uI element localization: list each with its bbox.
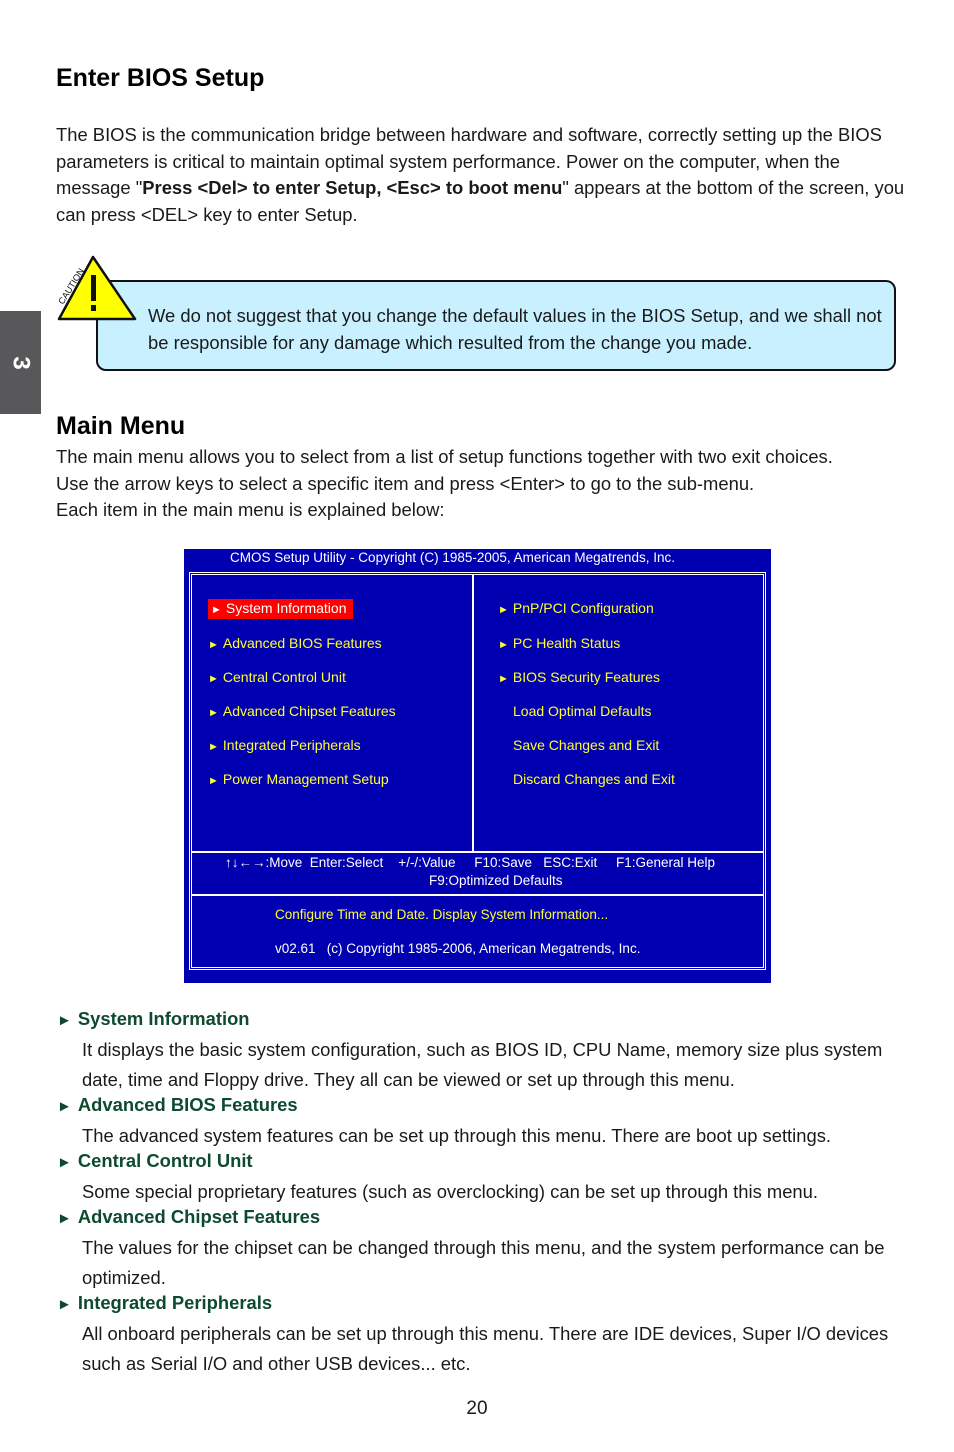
bios-menu-item-label: Power Management Setup	[222, 771, 389, 787]
chapter-tab: 3	[0, 311, 41, 414]
description-heading-label: Central Control Unit	[77, 1150, 253, 1171]
bios-menu-item[interactable]: ► System Information	[208, 599, 353, 619]
bios-menu-item-label: PC Health Status	[512, 635, 621, 651]
intro-paragraph: The BIOS is the communication bridge bet…	[56, 122, 906, 228]
bios-key-legend: ↑↓←→:Move Enter:Select +/-/:Value F10:Sa…	[225, 855, 716, 870]
description-heading: ► Central Control Unit	[57, 1150, 253, 1172]
bios-screenshot: CMOS Setup Utility - Copyright (C) 1985-…	[184, 549, 771, 983]
triangle-bullet-icon: ►	[57, 1012, 72, 1029]
bios-arrow-icon: ►	[498, 604, 509, 616]
bios-arrow-icon: ►	[498, 673, 509, 685]
bios-menu-item[interactable]: Discard Changes and Exit	[513, 770, 675, 788]
bios-arrow-icon: ►	[498, 639, 509, 651]
description-heading: ► Integrated Peripherals	[57, 1292, 272, 1314]
description-body: The values for the chipset can be change…	[82, 1237, 885, 1288]
bios-menu-item[interactable]: ► Advanced BIOS Features	[208, 634, 382, 654]
bios-menu-item[interactable]: ► PC Health Status	[498, 634, 620, 654]
description-heading: ► Advanced Chipset Features	[57, 1206, 320, 1228]
intro-bold-message: Press <Del> to enter Setup, <Esc> to boo…	[142, 177, 563, 198]
caution-warning-icon: CAUTION	[56, 255, 137, 321]
page-number: 20	[466, 1398, 488, 1419]
bios-menu-item[interactable]: ► Power Management Setup	[208, 770, 389, 790]
bios-menu-item[interactable]: ► Advanced Chipset Features	[208, 702, 396, 722]
bios-arrow-icon: ►	[208, 741, 219, 753]
section-title-enter-bios-setup: Enter BIOS Setup	[56, 64, 265, 92]
bios-menu-item-label: Integrated Peripherals	[222, 737, 361, 753]
description-heading-label: System Information	[77, 1008, 250, 1029]
triangle-bullet-icon: ►	[57, 1098, 72, 1115]
bios-key-legend-2: F9:Optimized Defaults	[429, 873, 563, 888]
bios-arrow-icon: ►	[208, 775, 219, 787]
description-heading: ► Advanced BIOS Features	[57, 1094, 298, 1116]
main-menu-intro-line: Each item in the main menu is explained …	[56, 499, 445, 521]
bios-arrow-icon: ►	[208, 673, 219, 685]
main-menu-intro-line: The main menu allows you to select from …	[56, 446, 833, 467]
main-menu-intro: The main menu allows you to select from …	[56, 444, 906, 524]
bios-help-text: Configure Time and Date. Display System …	[275, 907, 609, 922]
bios-arrow-icon: ►	[208, 707, 219, 719]
bios-menu-item-label: System Information	[225, 600, 347, 616]
bios-menu-item-label: PnP/PCI Configuration	[512, 600, 654, 616]
description-body: Some special proprietary features (such …	[82, 1181, 819, 1202]
bios-menu-item-label: Central Control Unit	[222, 669, 346, 685]
description-heading-label: Advanced BIOS Features	[77, 1094, 298, 1115]
description-body: All onboard peripherals can be set up th…	[82, 1323, 889, 1374]
bios-version-text: v02.61 (c) Copyright 1985-2006, American…	[275, 941, 641, 956]
triangle-bullet-icon: ►	[57, 1154, 72, 1171]
triangle-bullet-icon: ►	[57, 1296, 72, 1313]
bios-menu-item-label: Discard Changes and Exit	[513, 771, 675, 787]
bios-divider	[191, 851, 764, 853]
bios-arrow-icon: ►	[211, 604, 222, 616]
bios-menu-item[interactable]: ► Central Control Unit	[208, 668, 346, 688]
section-title-main-menu: Main Menu	[56, 412, 186, 440]
bios-menu-item[interactable]: ► Integrated Peripherals	[208, 736, 361, 756]
bios-menu-item[interactable]: Save Changes and Exit	[513, 736, 659, 754]
chapter-number: 3	[7, 355, 35, 370]
triangle-bullet-icon: ►	[57, 1210, 72, 1227]
bios-menu-item[interactable]: ► BIOS Security Features	[498, 668, 660, 688]
description-body: The advanced system features can be set …	[82, 1125, 832, 1146]
caution-text: We do not suggest that you change the de…	[148, 305, 882, 353]
bios-menu-item-label: Save Changes and Exit	[513, 737, 660, 753]
description-heading: ► System Information	[57, 1008, 250, 1030]
main-menu-intro-line: Use the arrow keys to select a specific …	[56, 472, 755, 494]
bios-arrow-icon: ►	[208, 639, 219, 651]
bios-menu-item-label: Load Optimal Defaults	[513, 703, 652, 719]
bios-divider	[191, 894, 764, 896]
description-heading-label: Advanced Chipset Features	[77, 1206, 321, 1227]
bios-menu-item[interactable]: Load Optimal Defaults	[513, 702, 652, 720]
description-heading-label: Integrated Peripherals	[77, 1292, 273, 1313]
bios-menu-item-label: Advanced BIOS Features	[222, 635, 382, 651]
bios-column-divider	[472, 574, 474, 852]
bios-menu-item-label: BIOS Security Features	[512, 669, 660, 685]
bios-menu-item[interactable]: ► PnP/PCI Configuration	[498, 599, 654, 619]
bios-menu-item-label: Advanced Chipset Features	[222, 703, 396, 719]
bios-title-bar: CMOS Setup Utility - Copyright (C) 1985-…	[230, 550, 675, 565]
description-body: It displays the basic system configurati…	[82, 1039, 883, 1090]
